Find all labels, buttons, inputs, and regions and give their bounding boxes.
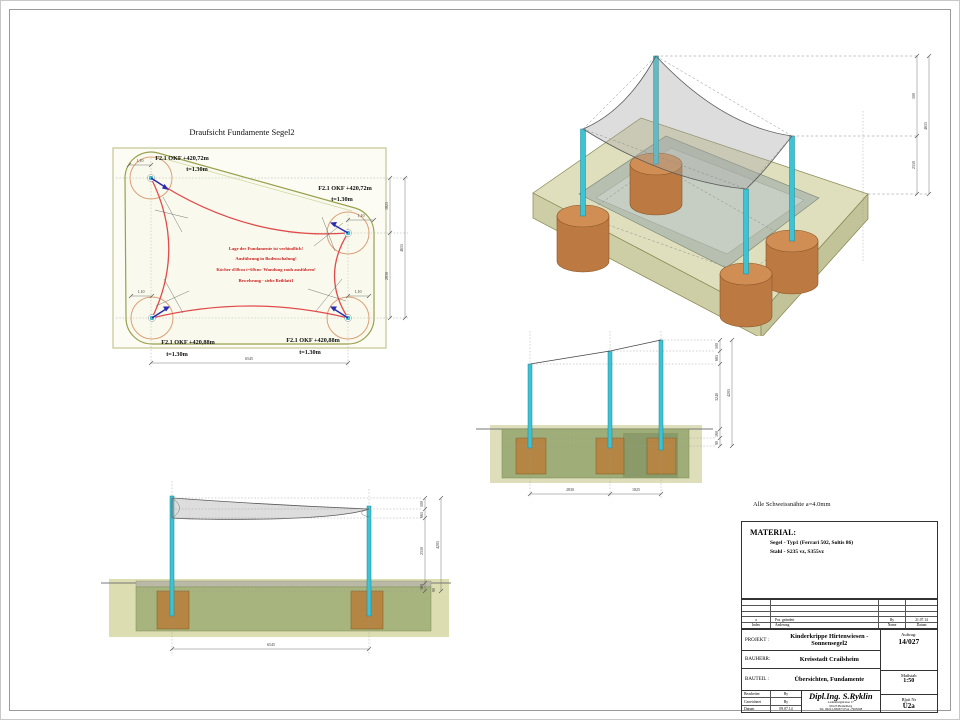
projekt-row: PROJEKT : Kinderkrippe Hirtenwiesen - So… [742,630,880,651]
dim-label: 160 [714,431,719,437]
dim-label: 2550 [911,161,916,169]
auftrag-label: Auftrag: [881,630,937,637]
dim-label: 500 [714,343,719,349]
front-elevation-view: 500 665 2550 160 90 4205 6545 [101,471,451,671]
bearbeiter-label: Bearbeiter [742,691,771,697]
foundation-label: F2.1 OKF +420,88m [161,339,215,346]
foundation-sections [516,438,676,474]
dim-label: 90 [431,588,436,592]
iso-view: 500 2550 4655 [521,26,941,336]
datum-label: Datum [742,706,771,712]
dim-label: 6545 [267,642,275,647]
datum-value: 09.07.14 [771,707,801,711]
plan-view: Draufsicht Fundamente Segel2 [56,111,476,401]
note-line: Lage der Fundamente ist verbindlich! [229,246,304,251]
massstab-cell: Maßstab 1:50 [881,671,937,695]
dim-label: 2550 [419,547,424,555]
material-segel: Segel - Typ1 (Ferrari 502, Soltis 86) [742,537,937,546]
bauherr-row: BAUHERR: Kreisstadt Crailsheim [742,651,880,669]
auftrag-value: 14/027 [881,637,937,646]
paving-strip [136,581,431,587]
bauteil-value: Übersichten, Fundamente [779,676,880,683]
firm-contact: Tel. 06221-830673 Fax -7965068 [802,708,880,712]
massstab-label: Maßstab [881,671,937,678]
material-stahl: Stahl - S235 vz, S355vz [742,546,937,555]
foundation-label: t=1.30m [186,166,208,173]
revision-header-change: Änderung [771,623,879,628]
weld-note: Alle Schweissnähte a=4.0mm [753,501,831,508]
foundation-label: F2.1 OKF +420,88m [286,337,340,344]
drawing-sheet: Draufsicht Fundamente Segel2 [0,0,960,720]
author-row: BearbeiterRy GezeichnetRy Datum09.07.14 … [742,691,880,712]
projekt-value: Kinderkrippe Hirtenwiesen - Sonnensegel2 [779,633,880,647]
title-block: PROJEKT : Kinderkrippe Hirtenwiesen - So… [741,629,938,713]
firm-block: Dipl.Ing. S.Ryklin Ladenburgstrasse 17 6… [802,691,880,712]
revision-header-name: Name [879,623,906,628]
sail-edge-line [530,340,661,364]
dim-label: 6545 [245,356,253,361]
dim-label: 500 [419,501,424,507]
sail-section [172,498,369,519]
bauteil-label: BAUTEIL : [742,677,779,682]
blatt-cell: Blatt Nr Ü2a [881,695,937,712]
note-line: Bewehrung - siehe Beiblatt1 [239,278,295,283]
dim-label: 2830 [384,272,389,280]
dim-label: 665 [714,355,719,361]
massstab-value: 1:50 [881,678,937,684]
dim-label: 4655 [399,244,404,252]
revision-header-index: Index [742,623,771,628]
note-line: Köcher d30cm t=60cm- Wandung rauh ausfüh… [216,267,316,272]
foundation-label: F2.1 OKF +420,72m [318,185,372,192]
bauherr-value: Kreisstadt Crailsheim [779,656,880,663]
material-box: MATERIAL: Segel - Typ1 (Ferrari 502, Sol… [741,521,938,599]
foundation-label: t=1.30m [299,349,321,356]
dim-label: 4205 [726,389,731,397]
side-elevation-view: 500 665 3240 160 90 4205 2830 1825 [476,326,746,511]
dim-label: 1825 [632,487,640,492]
bearbeiter-value: Ry [771,692,801,696]
plan-title: Draufsicht Fundamente Segel2 [189,127,294,137]
bauherr-label: BAUHERR: [742,657,779,662]
gezeichnet-label: Gezeichnet [742,698,771,704]
revision-header-row: Index Änderung Name Datum [742,622,937,628]
material-header: MATERIAL: [742,522,937,537]
blatt-label: Blatt Nr [881,695,937,702]
note-line: Ausführung in Bodenschalung! [235,256,297,261]
gezeichnet-value: Ry [771,700,801,704]
dim-label: 4655 [923,122,928,130]
foundation-label: t=1.30m [166,351,188,358]
foundation-label: t=1.30m [331,196,353,203]
author-mini-table: BearbeiterRy GezeichnetRy Datum09.07.14 [742,691,802,712]
projekt-label: PROJEKT : [742,638,779,643]
revision-header-date: Datum [906,623,937,628]
dim-label: 4205 [435,541,440,549]
revision-table: a Pos. geändert Ry 21.07.14 Index Änderu… [741,599,938,629]
dim-label: 160 [419,584,424,590]
bauteil-row: BAUTEIL : Übersichten, Fundamente [742,669,880,691]
foundation-label: F2.1 OKF +420,72m [155,155,209,162]
blatt-value: Ü2a [881,702,937,710]
auftrag-cell: Auftrag: 14/027 [881,630,937,671]
dim-label: 1825 [384,202,389,210]
dim-label: 3240 [714,393,719,401]
dim-label: 90 [714,441,719,445]
dim-label: 2830 [566,487,574,492]
dim-label: 665 [419,512,424,518]
dim-label: 500 [911,93,916,99]
